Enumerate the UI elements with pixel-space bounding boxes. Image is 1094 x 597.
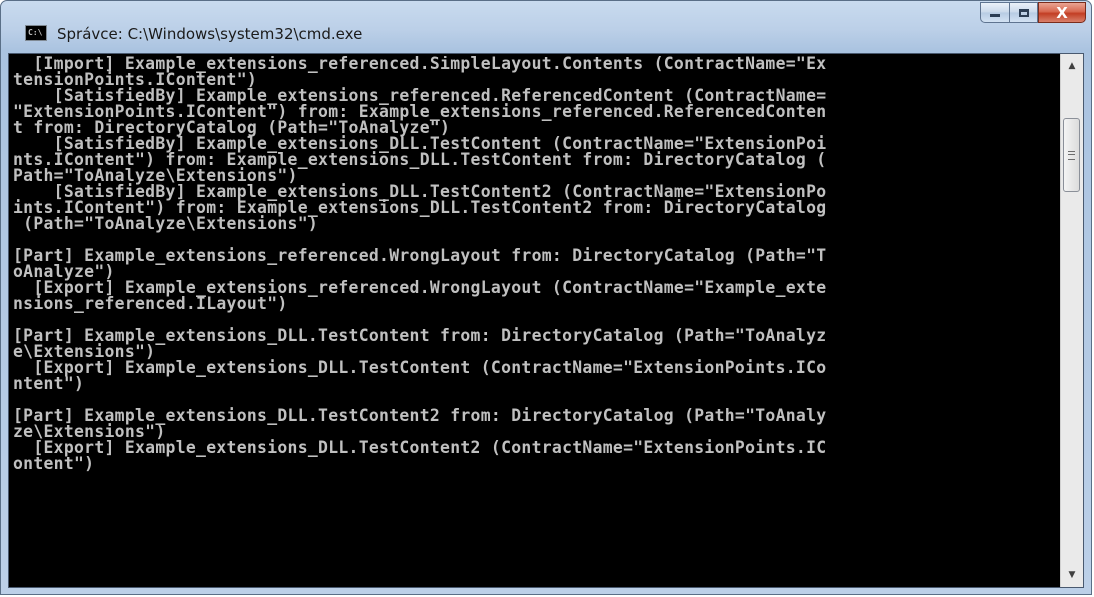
grip-icon (1068, 150, 1075, 160)
scroll-down-arrow[interactable]: ▼ (1062, 565, 1082, 585)
window-controls: X (980, 2, 1086, 23)
minimize-button[interactable] (980, 2, 1009, 23)
console-line: [Part] Example_extensions_DLL.TestConten… (13, 326, 827, 345)
arrow-down-icon: ▼ (1068, 570, 1076, 580)
console-output[interactable]: [Import] Example_extensions_referenced.S… (9, 56, 1060, 587)
window-title: Správce: C:\Windows\system32\cmd.exe (57, 25, 363, 43)
minimize-icon (990, 14, 1000, 17)
vertical-scrollbar[interactable]: ▲ ▼ (1060, 54, 1083, 587)
maximize-icon (1018, 8, 1029, 17)
console-line: [Export] Example_extensions_DLL.TestCont… (13, 438, 827, 457)
arrow-up-icon: ▲ (1068, 61, 1076, 71)
close-icon: X (1056, 3, 1068, 22)
cmd-window: C:\ Správce: C:\Windows\system32\cmd.exe… (0, 0, 1092, 595)
scroll-up-arrow[interactable]: ▲ (1062, 56, 1082, 76)
console-line: [Export] Example_extensions_DLL.TestCont… (13, 358, 827, 377)
console-line: ontent") (13, 454, 95, 473)
console-line: [Part] Example_extensions_DLL.TestConten… (13, 406, 827, 425)
console-line: (Path="ToAnalyze\Extensions") (13, 214, 319, 233)
maximize-button[interactable] (1009, 2, 1038, 23)
console-line: nsions_referenced.ILayout") (13, 294, 288, 313)
scroll-thumb[interactable] (1063, 118, 1080, 192)
console-line: [Part] Example_extensions_referenced.Wro… (13, 246, 827, 265)
close-button[interactable]: X (1038, 2, 1086, 23)
console-client-area: [Import] Example_extensions_referenced.S… (8, 53, 1084, 588)
title-bar[interactable]: C:\ Správce: C:\Windows\system32\cmd.exe… (1, 1, 1091, 48)
console-line: ntent") (13, 374, 85, 393)
console-app-icon[interactable]: C:\ (25, 25, 47, 41)
